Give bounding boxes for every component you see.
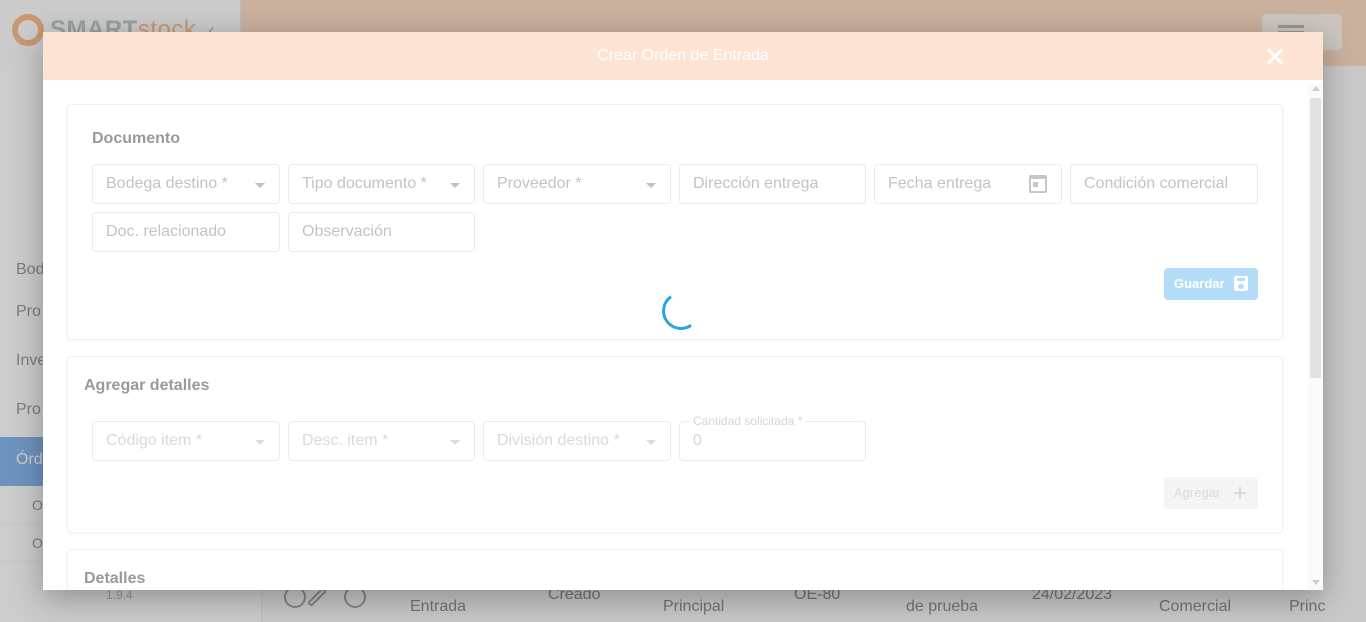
dialog-header: Crear Orden de Entrada — [43, 32, 1323, 80]
desc-item-select[interactable]: Desc. item * — [288, 421, 475, 461]
cantidad-solicitada-input[interactable]: Cantidad solicitada * 0 — [679, 414, 866, 461]
create-entry-order-dialog: Crear Orden de Entrada Documento Bodega … — [43, 32, 1323, 590]
tipo-documento-select[interactable]: Tipo documento * — [288, 164, 475, 204]
observacion-input[interactable]: Observación — [288, 212, 475, 252]
bodega-destino-select[interactable]: Bodega destino * — [92, 164, 280, 204]
dropdown-arrow-icon — [255, 440, 265, 445]
dropdown-arrow-icon — [646, 183, 656, 188]
proveedor-select[interactable]: Proveedor * — [483, 164, 671, 204]
scroll-thumb[interactable] — [1310, 98, 1321, 378]
dropdown-arrow-icon — [450, 440, 460, 445]
dialog-body: Documento Bodega destino * Tipo document… — [43, 80, 1323, 590]
close-icon[interactable] — [1263, 44, 1287, 68]
add-detail-button[interactable]: Agregar — [1164, 477, 1258, 509]
documento-title: Documento — [92, 130, 180, 147]
dialog-title: Crear Orden de Entrada — [597, 47, 769, 64]
doc-relacionado-input[interactable]: Doc. relacionado — [92, 212, 280, 252]
codigo-item-select[interactable]: Código item * — [92, 421, 280, 461]
direccion-entrega-input[interactable]: Dirección entrega — [679, 164, 866, 204]
dropdown-arrow-icon — [255, 183, 265, 188]
dropdown-arrow-icon — [646, 440, 656, 445]
dialog-scrollbar[interactable] — [1308, 84, 1323, 590]
detalles-card: Detalles — [67, 549, 1283, 590]
calendar-icon[interactable] — [1029, 175, 1047, 193]
dropdown-arrow-icon — [450, 183, 460, 188]
save-button[interactable]: Guardar — [1164, 268, 1258, 300]
fecha-entrega-input[interactable]: Fecha entrega — [874, 164, 1062, 204]
agregar-detalles-card: Agregar detalles Código item * Desc. ite… — [67, 356, 1283, 533]
condicion-comercial-input[interactable]: Condición comercial — [1070, 164, 1258, 204]
scroll-down-icon[interactable] — [1312, 580, 1320, 585]
save-icon — [1234, 276, 1248, 291]
scroll-up-icon[interactable] — [1312, 86, 1320, 91]
agregar-detalles-title: Agregar detalles — [84, 377, 210, 394]
division-destino-select[interactable]: División destino * — [483, 421, 671, 461]
detalles-title: Detalles — [84, 570, 146, 587]
plus-icon — [1234, 487, 1246, 499]
